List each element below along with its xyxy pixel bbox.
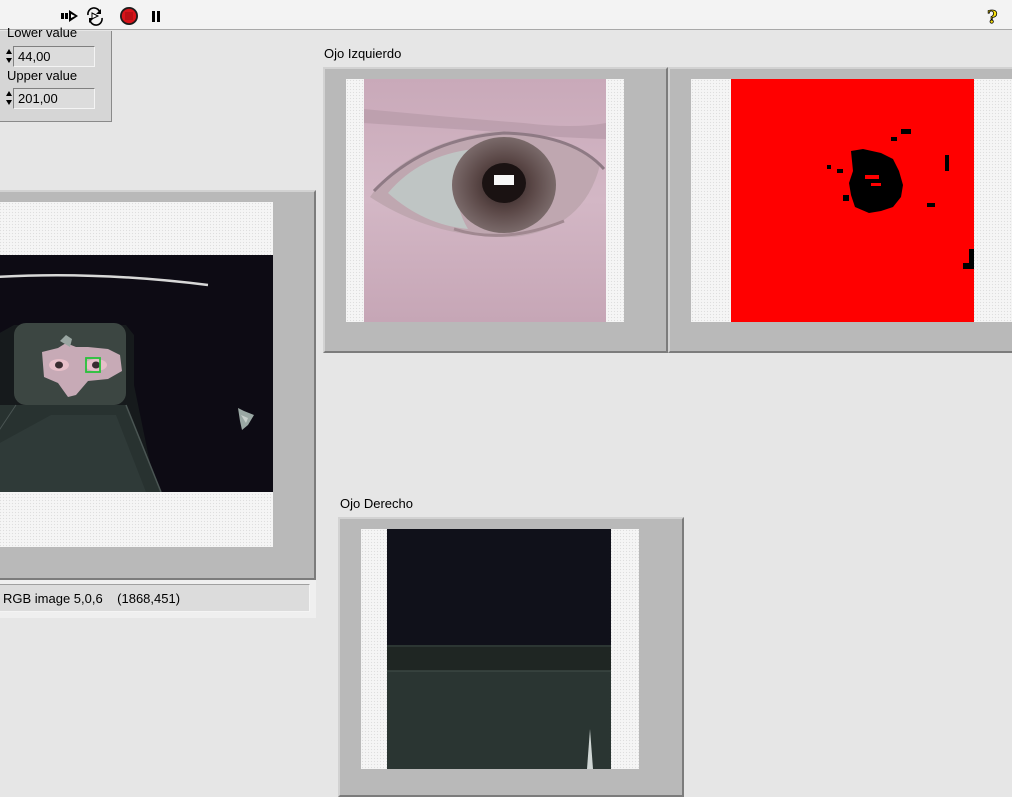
lower-value-spinner[interactable] (6, 47, 12, 65)
main-image-display[interactable] (0, 190, 316, 580)
upper-value-field[interactable]: 201,00 (13, 88, 95, 109)
run-continuously-icon[interactable] (85, 6, 105, 26)
range-control-cluster: Lower value 44,00 Upper value 201,00 (0, 25, 112, 122)
right-eye-display[interactable] (338, 517, 684, 797)
run-arrow-icon[interactable] (60, 6, 80, 26)
threshold-image (731, 79, 974, 322)
right-eye-title: Ojo Derecho (340, 496, 413, 511)
image-info-status: RGB image 5,0,6 (1868,451) (0, 584, 310, 612)
toolbar: ? (0, 0, 1012, 30)
upper-value-spinner[interactable] (6, 89, 12, 107)
right-eye-photo (387, 529, 611, 769)
upper-value-label: Upper value (7, 68, 78, 83)
help-icon[interactable]: ? (984, 6, 1004, 26)
lower-value-label: Lower value (7, 25, 78, 40)
svg-text:?: ? (987, 7, 998, 26)
pause-icon[interactable] (146, 6, 166, 26)
lower-value-field[interactable]: 44,00 (13, 46, 95, 67)
left-eye-display[interactable] (323, 67, 668, 353)
threshold-canvas (691, 79, 1012, 322)
threshold-display[interactable] (668, 67, 1012, 353)
main-image-canvas (0, 202, 273, 547)
camera-frame-image (0, 255, 273, 492)
left-eye-title: Ojo Izquierdo (324, 46, 402, 61)
left-eye-photo (364, 79, 606, 322)
left-eye-canvas (346, 79, 624, 322)
abort-execution-icon[interactable] (119, 6, 139, 26)
right-eye-canvas (361, 529, 639, 769)
